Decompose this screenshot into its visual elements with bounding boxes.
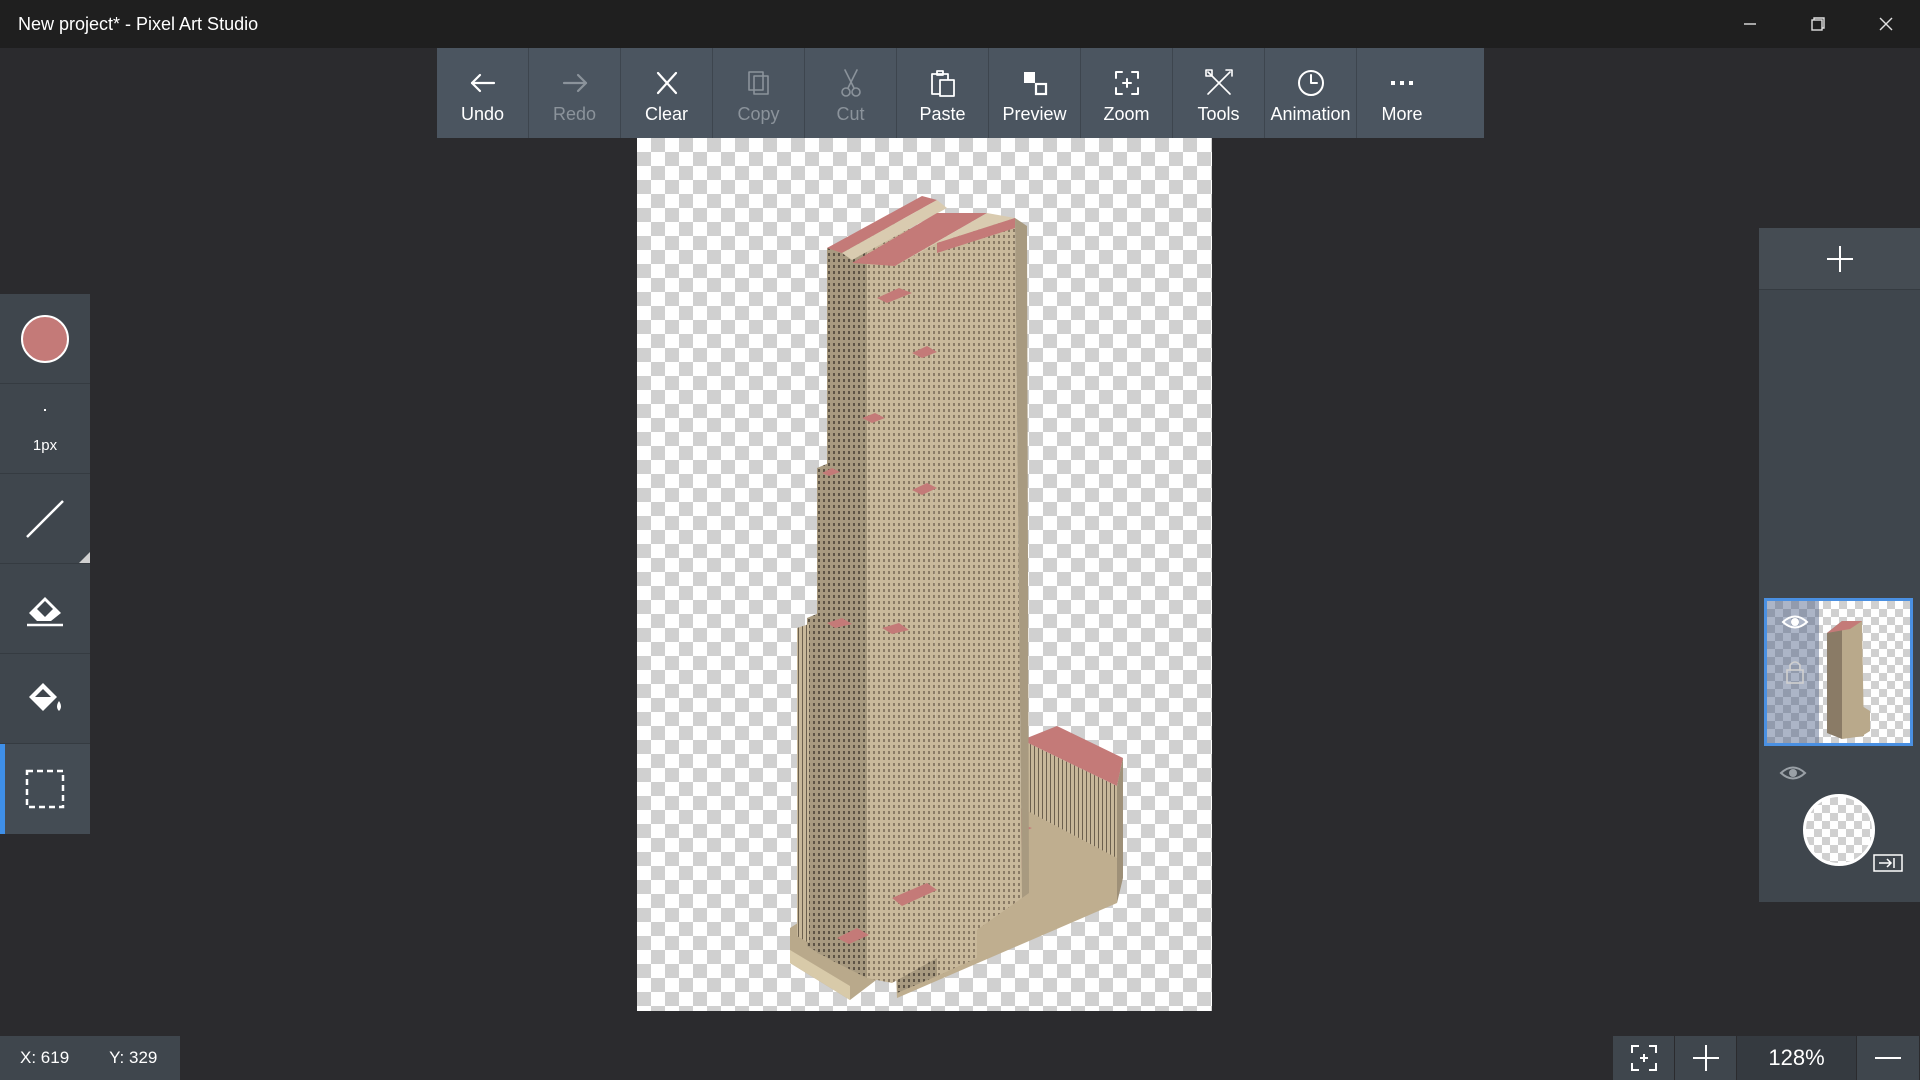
left-tool-panel: 1px: [0, 294, 90, 834]
export-icon[interactable]: [1873, 854, 1903, 872]
zoom-label: Zoom: [1103, 104, 1150, 124]
add-layer-button[interactable]: [1759, 228, 1920, 290]
redo-arrow-icon: [562, 73, 587, 93]
submenu-indicator-icon: [79, 552, 90, 563]
background-color-preview[interactable]: [1803, 794, 1875, 866]
brush-size-button[interactable]: 1px: [0, 384, 90, 474]
drawing-canvas[interactable]: [637, 138, 1212, 1011]
copy-button[interactable]: Copy: [713, 48, 805, 138]
title-bar: New project* - Pixel Art Studio: [0, 0, 1920, 48]
undo-arrow-icon: [470, 73, 495, 93]
eye-icon[interactable]: [1781, 613, 1809, 631]
background-layer[interactable]: [1759, 756, 1920, 896]
color-picker-button[interactable]: [0, 294, 90, 384]
animation-label: Animation: [1270, 104, 1351, 124]
current-color-swatch: [21, 314, 69, 363]
close-button[interactable]: [1852, 0, 1920, 48]
tools-icon: [1204, 69, 1233, 95]
minimize-button[interactable]: [1716, 0, 1784, 48]
animation-button[interactable]: Animation: [1265, 48, 1357, 138]
fill-tool-button[interactable]: [0, 654, 90, 744]
line-tool-icon: [26, 499, 64, 538]
layer-preview-artwork: [1827, 621, 1870, 739]
zoom-level[interactable]: 128%: [1737, 1036, 1857, 1080]
preview-button[interactable]: Preview: [989, 48, 1081, 138]
plus-icon: [1692, 1045, 1719, 1071]
window-controls: [1716, 0, 1920, 48]
line-tool-button[interactable]: [0, 474, 90, 564]
cursor-coordinates: X: 619 Y: 329: [0, 1036, 180, 1080]
clear-label: Clear: [644, 104, 688, 124]
minimize-icon: [1744, 23, 1756, 25]
brush-size-preview: [44, 409, 46, 411]
brush-size-label: 1px: [32, 437, 58, 454]
window-title: New project* - Pixel Art Studio: [18, 13, 259, 34]
preview-label: Preview: [1002, 104, 1067, 124]
lock-icon[interactable]: [1785, 659, 1805, 685]
selection-tool-button[interactable]: [0, 744, 90, 834]
paste-label: Paste: [919, 104, 966, 124]
restore-button[interactable]: [1784, 0, 1852, 48]
redo-button[interactable]: Redo: [529, 48, 621, 138]
cut-label: Cut: [836, 104, 865, 124]
eye-icon[interactable]: [1779, 764, 1807, 782]
zoom-out-button[interactable]: [1857, 1036, 1920, 1080]
undo-label: Undo: [460, 104, 505, 124]
selection-icon: [25, 769, 65, 809]
tools-label: Tools: [1197, 104, 1240, 124]
copy-icon: [747, 71, 769, 95]
paste-button[interactable]: Paste: [897, 48, 989, 138]
preview-icon: [1023, 72, 1047, 96]
copy-label: Copy: [737, 104, 780, 124]
zoom-button[interactable]: Zoom: [1081, 48, 1173, 138]
cursor-y: Y: 329: [109, 1048, 158, 1067]
more-label: More: [1381, 104, 1423, 124]
clear-button[interactable]: Clear: [621, 48, 713, 138]
zoom-controls: 128%: [1613, 1036, 1920, 1080]
cursor-x: X: 619: [20, 1048, 70, 1067]
clear-x-icon: [656, 71, 677, 95]
layers-panel: [1759, 228, 1920, 902]
ellipsis-icon: [1391, 81, 1413, 85]
zoom-fit-button[interactable]: [1613, 1036, 1675, 1080]
main-toolbar: Undo Redo Clear Copy Cut Paste Preview Z…: [437, 48, 1484, 138]
eraser-icon: [27, 596, 63, 626]
restore-icon: [1811, 17, 1825, 31]
cut-button[interactable]: Cut: [805, 48, 897, 138]
scissors-icon: [840, 69, 861, 97]
paste-icon: [930, 70, 955, 97]
plus-icon: [1826, 245, 1853, 272]
tools-button[interactable]: Tools: [1173, 48, 1265, 138]
zoom-fit-icon: [1114, 71, 1139, 95]
building-artwork: [790, 196, 1123, 1000]
zoom-fit-icon: [1630, 1045, 1657, 1071]
redo-label: Redo: [552, 104, 597, 124]
minus-icon: [1875, 1057, 1901, 1059]
close-icon: [1879, 17, 1893, 31]
eraser-tool-button[interactable]: [0, 564, 90, 654]
undo-button[interactable]: Undo: [437, 48, 529, 138]
more-button[interactable]: More: [1357, 48, 1447, 138]
fill-bucket-icon: [29, 682, 61, 711]
zoom-in-button[interactable]: [1675, 1036, 1737, 1080]
clock-icon: [1297, 70, 1324, 96]
layer-thumbnail-selected[interactable]: [1764, 598, 1913, 746]
